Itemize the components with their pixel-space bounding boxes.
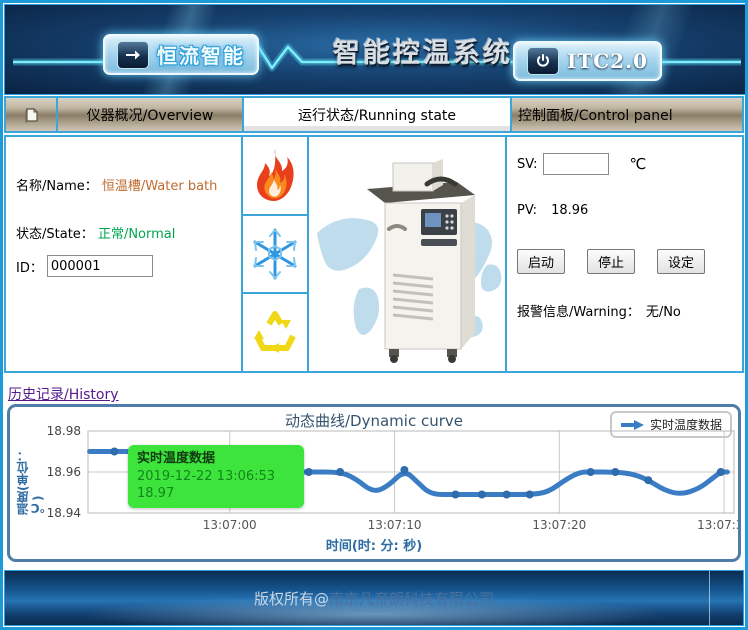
tooltip-value: 18.97 — [137, 485, 295, 503]
brand-badge-left: 恒流智能 — [103, 34, 259, 75]
svg-text:13:07:20: 13:07:20 — [532, 518, 586, 532]
copyright-prefix: 版权所有@ — [254, 588, 329, 609]
device-id-row: ID： — [16, 255, 153, 277]
heating-indicator-cell — [243, 137, 307, 214]
pv-row: PV: 18.96 — [517, 203, 588, 218]
flame-icon — [253, 147, 297, 203]
footer-divider — [709, 571, 710, 625]
system-title: 智能控温系统 — [333, 31, 513, 70]
control-panel: SV: ℃ PV: 18.96 启动 停止 设定 报警信息/Warning： 无… — [507, 137, 742, 371]
svg-text:18.96: 18.96 — [47, 465, 81, 479]
id-label: ID： — [16, 257, 43, 276]
device-id-input[interactable] — [47, 255, 153, 277]
history-link[interactable]: 历史记录/History — [8, 387, 119, 403]
warning-row: 报警信息/Warning： 无/No — [517, 301, 681, 320]
stop-button[interactable]: 停止 — [587, 249, 635, 274]
tooltip-datetime: 2019-12-22 13:06:53 — [137, 468, 295, 486]
start-button[interactable]: 启动 — [517, 249, 565, 274]
snowflake-icon — [249, 226, 301, 282]
warning-label: 报警信息/Warning： — [517, 301, 640, 320]
tab-running-state[interactable]: 运行状态/Running state — [244, 98, 510, 131]
water-bath-machine — [367, 159, 475, 363]
tab-overview[interactable]: 仪器概况/Overview — [58, 98, 242, 131]
sv-input[interactable] — [543, 153, 609, 175]
tooltip-title: 实时温度数据 — [137, 450, 295, 468]
pv-value: 18.96 — [551, 203, 588, 218]
svg-text:13:07:00: 13:07:00 — [203, 518, 257, 532]
warning-value: 无/No — [646, 301, 681, 320]
product-version-label: ITC2.0 — [567, 49, 648, 73]
name-label: 名称/Name： — [16, 179, 98, 194]
svg-text:18.94: 18.94 — [47, 506, 81, 520]
control-buttons-row: 启动 停止 设定 — [517, 249, 705, 274]
main-content: 名称/Name： 恒温槽/Water bath 状态/State： 正常/Nor… — [4, 135, 744, 373]
svg-text:13:07:10: 13:07:10 — [368, 518, 422, 532]
temperature-unit: ℃ — [629, 155, 646, 173]
x-axis-label: 时间(时: 分: 秒) — [10, 535, 738, 554]
chart-tooltip: 实时温度数据 2019-12-22 13:06:53 18.97 — [128, 445, 304, 508]
dynamic-curve-panel: 动态曲线/Dynamic curve 实时温度数据 18.9818.9618.9… — [7, 404, 741, 562]
pv-label: PV: — [517, 203, 537, 218]
company-name: 南京凡帝朗科技有限公司 — [329, 588, 494, 609]
set-button[interactable]: 设定 — [657, 249, 705, 274]
tab-home-icon-cell[interactable] — [6, 98, 56, 131]
brand-badge-right: ITC2.0 — [513, 41, 662, 81]
header-banner: 恒流智能 智能控温系统 ITC2.0 — [4, 4, 746, 95]
app-window: 恒流智能 智能控温系统 ITC2.0 仪器概况/Overview 运行状态/Ru… — [0, 0, 748, 630]
device-state-row: 状态/State： 正常/Normal — [16, 223, 175, 242]
history-section: 历史记录/History — [8, 384, 119, 402]
cooling-indicator-cell — [243, 216, 307, 293]
svg-text:18.98: 18.98 — [47, 424, 81, 438]
tab-control-panel[interactable]: 控制面板/Control panel — [512, 98, 742, 131]
eco-indicator-cell — [243, 294, 307, 371]
status-icon-column — [243, 137, 307, 371]
svg-text:13:07:30: 13:07:30 — [697, 518, 738, 532]
device-name-row: 名称/Name： 恒温槽/Water bath — [16, 175, 217, 194]
state-value: 正常/Normal — [98, 227, 175, 242]
page-icon — [22, 106, 40, 124]
footer-banner: 版权所有@南京凡帝朗科技有限公司 — [4, 570, 744, 626]
arrow-right-icon — [117, 41, 149, 69]
brand-left-label: 恒流智能 — [157, 40, 245, 69]
y-axis-label: 温度(单位：℃) — [14, 431, 45, 515]
state-label: 状态/State： — [16, 227, 94, 242]
sv-row: SV: ℃ — [517, 153, 646, 175]
recycle-icon — [249, 308, 301, 358]
device-photo — [309, 137, 505, 371]
device-photo-cell — [309, 137, 505, 371]
power-icon — [527, 47, 559, 75]
device-info-panel: 名称/Name： 恒温槽/Water bath 状态/State： 正常/Nor… — [6, 137, 241, 371]
tab-bar: 仪器概况/Overview 运行状态/Running state 控制面板/Co… — [4, 96, 744, 133]
sv-label: SV: — [517, 157, 537, 172]
name-value: 恒温槽/Water bath — [102, 179, 218, 194]
